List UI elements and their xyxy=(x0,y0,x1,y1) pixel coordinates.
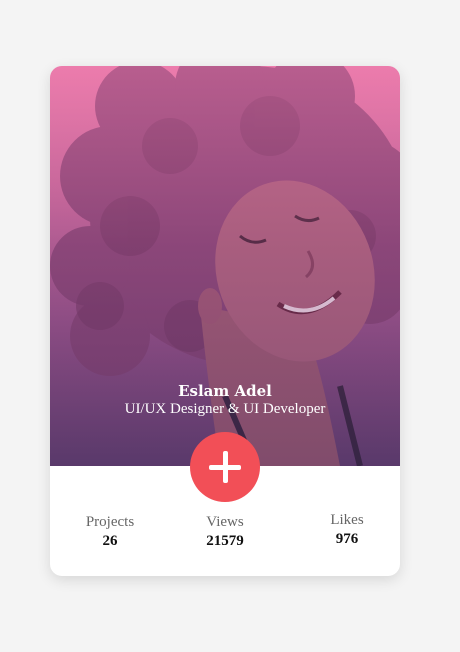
stat-projects: Projects 26 xyxy=(55,512,165,550)
stat-value: 21579 xyxy=(206,533,244,549)
profile-name: Eslam Adel xyxy=(178,382,272,400)
profile-role: UI/UX Designer & UI Developer xyxy=(124,401,326,417)
profile-photo: Eslam Adel UI/UX Designer & UI Developer xyxy=(50,66,400,466)
add-button[interactable] xyxy=(190,432,260,502)
stat-value: 976 xyxy=(335,531,359,547)
stat-label: Projects xyxy=(85,514,135,530)
stat-value: 26 xyxy=(102,533,118,549)
stat-label: Likes xyxy=(330,512,364,528)
profile-card: Eslam Adel UI/UX Designer & UI Developer… xyxy=(50,66,400,576)
stat-views: Views 21579 xyxy=(170,512,280,550)
stat-label: Views xyxy=(206,514,244,530)
stat-likes: Likes 976 xyxy=(292,510,400,548)
